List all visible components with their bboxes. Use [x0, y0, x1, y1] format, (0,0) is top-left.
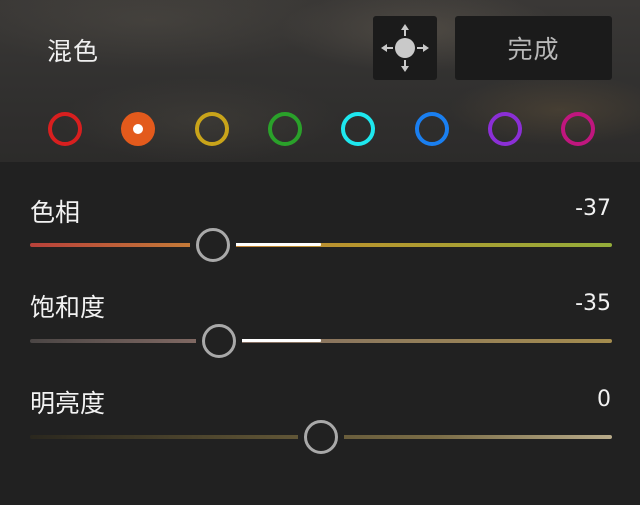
saturation-label: 饱和度 [30, 293, 106, 322]
swatch-magenta[interactable] [561, 112, 595, 146]
saturation-value: -35 [575, 291, 611, 316]
swatch-orange[interactable] [121, 112, 155, 146]
hue-value: -37 [575, 196, 611, 221]
saturation-slider-track[interactable] [30, 339, 612, 343]
saturation-slider-thumb[interactable] [202, 324, 237, 358]
swatch-red[interactable] [48, 112, 82, 146]
swatch-blue[interactable] [415, 112, 449, 146]
swatch-aqua[interactable] [341, 112, 375, 146]
hue-label: 色相 [30, 198, 81, 227]
target-adjust-button[interactable] [373, 16, 437, 80]
swatch-yellow[interactable] [195, 112, 229, 146]
swatch-green[interactable] [268, 112, 302, 146]
selected-indicator-dot [133, 124, 143, 134]
luminance-label: 明亮度 [30, 389, 106, 418]
swatch-purple[interactable] [488, 112, 522, 146]
done-button[interactable]: 完成 [455, 16, 612, 80]
hue-slider-track[interactable] [30, 243, 612, 247]
panel-title: 混色 [47, 37, 100, 66]
luminance-slider-thumb[interactable] [304, 420, 338, 454]
luminance-value: 0 [597, 387, 611, 412]
target-adjust-icon [381, 24, 429, 72]
hue-slider-thumb[interactable] [196, 228, 231, 262]
